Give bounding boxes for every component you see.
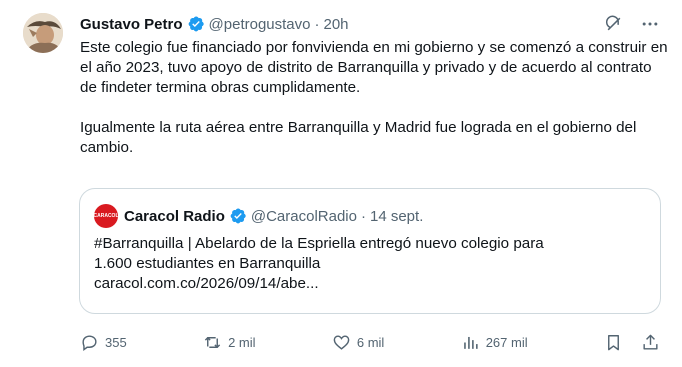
tweet-paragraph-1: Este colegio fue financiado por fonvivie… (80, 39, 668, 96)
quoted-tweet[interactable]: CARACOL Caracol Radio @CaracolRadio · 14… (79, 188, 661, 314)
like-button[interactable]: 6 mil (332, 333, 384, 352)
tweet[interactable]: Gustavo Petro @petrogustavo · 20h Este c… (0, 0, 682, 367)
separator-dot: · (314, 15, 320, 33)
quoted-link[interactable]: caracol.com.co/2026/09/14/abe... (94, 274, 634, 294)
tweet-timestamp[interactable]: 20h (323, 16, 348, 33)
reply-icon (82, 334, 97, 351)
quoted-author-handle[interactable]: @CaracolRadio (251, 208, 357, 225)
tweet-actions-bar: 355 2 mil 6 mil 267 mil (80, 330, 660, 354)
bookmark-icon[interactable] (604, 333, 623, 352)
tweet-secondary-actions (604, 333, 660, 352)
verified-badge-icon (188, 16, 204, 32)
views-count: 267 mil (485, 334, 528, 350)
quoted-tweet-header: CARACOL Caracol Radio @CaracolRadio · 14… (94, 204, 423, 228)
caracol-logo-text: CARACOL (93, 213, 119, 219)
reply-count: 355 (105, 334, 127, 350)
views-icon (463, 336, 478, 349)
quoted-date[interactable]: 14 sept. (370, 208, 423, 225)
tweet-paragraph-2: Igualmente la ruta aérea entre Barranqui… (80, 119, 637, 156)
reply-button[interactable]: 355 (80, 333, 127, 352)
grok-icon[interactable] (604, 14, 624, 34)
tweet-body: Este colegio fue financiado por fonvivie… (80, 38, 670, 158)
quoted-line-1: #Barranquilla | Abelardo de la Espriella… (94, 235, 544, 252)
views-button[interactable]: 267 mil (461, 333, 528, 352)
quoted-tweet-body: #Barranquilla | Abelardo de la Espriella… (94, 234, 634, 294)
more-icon[interactable] (640, 14, 660, 34)
repost-count: 2 mil (228, 334, 256, 350)
caracol-radio-avatar[interactable]: CARACOL (93, 204, 119, 228)
tweet-header: Gustavo Petro @petrogustavo · 20h (80, 13, 349, 35)
like-icon (333, 334, 350, 350)
separator-dot: · (360, 207, 366, 225)
verified-badge-icon (230, 208, 246, 224)
author-name[interactable]: Gustavo Petro (80, 16, 183, 33)
share-icon[interactable] (641, 333, 660, 352)
like-count: 6 mil (356, 334, 385, 350)
tweet-top-actions (604, 14, 660, 34)
repost-icon (204, 336, 221, 348)
author-handle[interactable]: @petrogustavo (209, 16, 311, 33)
quoted-author-name[interactable]: Caracol Radio (124, 208, 225, 225)
author-avatar[interactable] (23, 13, 63, 53)
quoted-line-2: 1.600 estudiantes en Barranquilla (94, 255, 321, 272)
repost-button[interactable]: 2 mil (203, 333, 256, 352)
